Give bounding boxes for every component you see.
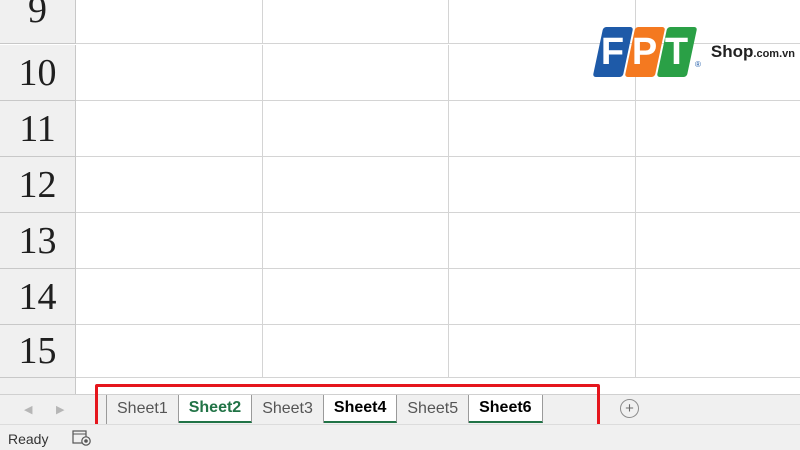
grid-cell[interactable] bbox=[263, 0, 449, 44]
grid-cell[interactable] bbox=[263, 45, 449, 101]
sheet-tab[interactable]: Sheet5 bbox=[397, 395, 470, 423]
sheet-tab[interactable]: Sheet1 bbox=[107, 395, 179, 423]
fptshop-logo: F P T ® Shop.com.vn bbox=[592, 25, 795, 79]
grid-cell[interactable] bbox=[76, 0, 263, 44]
row-header[interactable]: 9 bbox=[0, 0, 76, 44]
row-header[interactable]: 13 bbox=[0, 213, 76, 269]
status-text: Ready bbox=[8, 431, 49, 447]
grid-row: 12 bbox=[0, 157, 800, 213]
grid-cell[interactable] bbox=[76, 325, 263, 378]
grid-cell[interactable] bbox=[449, 325, 636, 378]
row-header[interactable]: 12 bbox=[0, 157, 76, 213]
grid-cell[interactable] bbox=[449, 157, 636, 213]
grid-cell[interactable] bbox=[449, 101, 636, 157]
grid-cell[interactable] bbox=[449, 269, 636, 325]
grid-row: 14 bbox=[0, 269, 800, 325]
grid-cell[interactable] bbox=[636, 101, 800, 157]
grid-cell[interactable] bbox=[263, 269, 449, 325]
grid-cell[interactable] bbox=[76, 157, 263, 213]
grid-cell[interactable] bbox=[76, 213, 263, 269]
sheet-tabs: Sheet1 Sheet2 Sheet3 Sheet4 Sheet5 Sheet… bbox=[106, 395, 543, 424]
grid-cell[interactable] bbox=[449, 213, 636, 269]
grid-cell[interactable] bbox=[263, 101, 449, 157]
grid-cell[interactable] bbox=[76, 45, 263, 101]
row-header-stub bbox=[0, 378, 76, 394]
new-sheet-button[interactable]: + bbox=[620, 399, 639, 418]
grid-row: 11 bbox=[0, 101, 800, 157]
grid-cell[interactable] bbox=[636, 325, 800, 378]
grid-cell[interactable] bbox=[263, 157, 449, 213]
status-bar: Ready bbox=[0, 424, 800, 450]
logo-registered-mark: ® bbox=[695, 60, 701, 69]
grid-row: 13 bbox=[0, 213, 800, 269]
grid-cell[interactable] bbox=[263, 213, 449, 269]
sheet-tab-bar: ◀ ▶ Sheet1 Sheet2 Sheet3 Sheet4 Sheet5 S… bbox=[0, 394, 800, 424]
logo-shop-text: Shop.com.vn bbox=[711, 42, 795, 62]
triangle-left-icon[interactable]: ◀ bbox=[24, 403, 32, 416]
grid-cell[interactable] bbox=[636, 157, 800, 213]
grid-cell[interactable] bbox=[636, 213, 800, 269]
plus-circle-icon: + bbox=[625, 400, 634, 417]
grid-cell[interactable] bbox=[76, 269, 263, 325]
grid-row-active: 15 bbox=[0, 325, 800, 378]
grid-cell[interactable] bbox=[263, 325, 449, 378]
grid-cell[interactable] bbox=[76, 101, 263, 157]
sheet-tab-selected[interactable]: Sheet4 bbox=[323, 395, 398, 423]
row-header-active[interactable]: 15 bbox=[0, 325, 76, 378]
triangle-right-icon[interactable]: ▶ bbox=[56, 403, 64, 416]
macro-record-icon[interactable] bbox=[72, 430, 92, 446]
row-header[interactable]: 11 bbox=[0, 101, 76, 157]
row-header[interactable]: 10 bbox=[0, 45, 76, 101]
logo-domain-text: .com.vn bbox=[753, 48, 795, 60]
sheet-tab-selected[interactable]: Sheet6 bbox=[469, 395, 543, 423]
row-header[interactable]: 14 bbox=[0, 269, 76, 325]
logo-shop-word: Shop bbox=[710, 42, 754, 61]
sheet-tab-active[interactable]: Sheet2 bbox=[178, 395, 253, 423]
grid-cell[interactable] bbox=[636, 269, 800, 325]
sheet-tab[interactable]: Sheet3 bbox=[252, 395, 324, 423]
